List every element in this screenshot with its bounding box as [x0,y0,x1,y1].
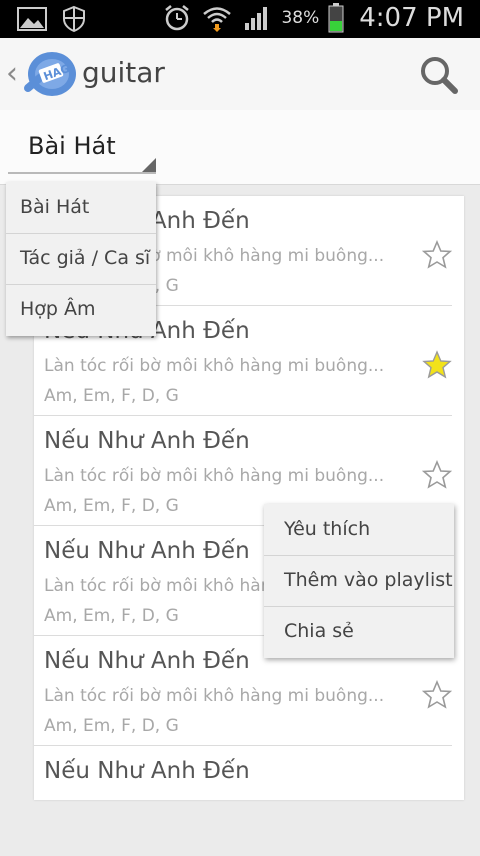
battery-icon [327,3,345,33]
song-title: Nếu Như Anh Đến [44,648,250,674]
wifi-icon [201,4,233,32]
song-title: Nếu Như Anh Đến [44,538,250,564]
action-bar: ‹ HAG guitar [0,38,480,111]
category-spinner[interactable]: Bài Hát [8,124,156,174]
song-lyric: Làn tóc rối bờ môi khô hàng mi buông... [44,466,385,486]
song-title: Nếu Như Anh Đến [44,428,250,454]
signal-icon [241,4,273,32]
song-chords: Am, Em, F, D, G [44,496,179,516]
dropdown-option-artist[interactable]: Tác giả / Ca sĩ [6,233,156,285]
app-logo-icon[interactable]: HAG [22,48,78,100]
menu-item-label: Yêu thích [284,518,371,540]
song-row[interactable]: Nếu Như Anh Đến [34,746,464,856]
star-icon[interactable] [421,459,453,490]
song-lyric: Làn tóc rối bờ môi khô hàng mi buông... [44,686,385,706]
star-icon[interactable] [421,679,453,710]
star-icon[interactable] [421,239,453,270]
app-title: guitar [82,56,165,89]
shield-icon [58,5,90,33]
search-icon[interactable] [418,54,460,96]
dropdown-option-song[interactable]: Bài Hát [6,182,156,234]
dropdown-option-chord[interactable]: Hợp Âm [6,284,156,335]
battery-percent: 38% [281,8,320,28]
filter-bar: Bài Hát [0,110,480,185]
clock: 4:07 PM [359,3,464,33]
song-chords: Am, Em, F, D, G [44,386,179,406]
gallery-icon [16,5,48,33]
menu-item-add-to-playlist[interactable]: Thêm vào playlist [264,555,454,607]
song-lyric: Làn tóc rối bờ môi khô hàng mi buông... [44,356,385,376]
star-filled-icon[interactable] [422,350,452,380]
dropdown-option-label: Hợp Âm [20,298,96,320]
spinner-selected-label: Bài Hát [28,132,116,160]
song-chords: Am, Em, F, D, G [44,716,179,736]
menu-item-label: Chia sẻ [284,620,354,642]
song-chords: Am, Em, F, D, G [44,606,179,626]
category-dropdown: Bài Hát Tác giả / Ca sĩ Hợp Âm [6,182,156,336]
alarm-icon [161,4,193,32]
spinner-arrow-icon [142,158,156,172]
dropdown-option-label: Tác giả / Ca sĩ [20,247,151,269]
menu-item-favorite[interactable]: Yêu thích [264,504,454,556]
dropdown-option-label: Bài Hát [20,196,90,218]
menu-item-label: Thêm vào playlist [284,569,453,591]
song-title: Nếu Như Anh Đến [44,758,250,784]
back-chevron-icon[interactable]: ‹ [6,56,18,91]
status-bar: 38% 4:07 PM [0,0,480,38]
song-context-menu: Yêu thích Thêm vào playlist Chia sẻ [264,504,454,658]
menu-item-share[interactable]: Chia sẻ [264,606,454,657]
